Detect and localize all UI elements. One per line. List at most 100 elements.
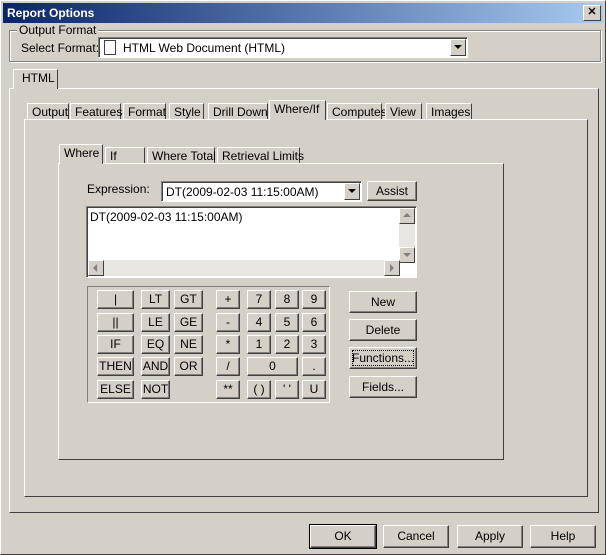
apply-button[interactable]: Apply bbox=[457, 525, 523, 548]
cancel-button-label: Cancel bbox=[397, 529, 435, 543]
key-minus[interactable]: - bbox=[216, 313, 240, 332]
tab-computes-label: Computes bbox=[332, 105, 387, 119]
key-and[interactable]: AND bbox=[141, 357, 170, 376]
tab-computes[interactable]: Computes bbox=[327, 103, 387, 120]
scroll-up-icon[interactable] bbox=[399, 208, 415, 224]
chevron-down-icon[interactable] bbox=[450, 39, 466, 56]
key-5-label: 5 bbox=[283, 315, 291, 329]
key-quotes[interactable]: ' ' bbox=[275, 380, 299, 399]
functions-button[interactable]: Functions... bbox=[349, 347, 417, 369]
key-u[interactable]: U bbox=[302, 380, 326, 399]
help-button[interactable]: Help bbox=[530, 525, 596, 548]
key-else[interactable]: ELSE bbox=[97, 380, 134, 399]
expression-combo[interactable]: DT(2009-02-03 11:15:00AM) bbox=[161, 181, 362, 202]
report-options-window: Report Options ✕ Output Format Select Fo… bbox=[0, 0, 606, 555]
key-lt[interactable]: LT bbox=[141, 290, 170, 309]
horizontal-scrollbar[interactable] bbox=[88, 260, 400, 276]
tab-drill-down-label: Drill Down bbox=[213, 105, 268, 119]
delete-button[interactable]: Delete bbox=[349, 319, 417, 341]
key-8[interactable]: 8 bbox=[275, 290, 299, 309]
format-select[interactable]: HTML Web Document (HTML) bbox=[98, 37, 468, 58]
chevron-down-icon[interactable] bbox=[344, 183, 360, 200]
key-8-label: 8 bbox=[283, 292, 291, 306]
key-5[interactable]: 5 bbox=[275, 313, 299, 332]
close-button[interactable]: ✕ bbox=[583, 5, 601, 21]
key-or-word-label: OR bbox=[179, 359, 198, 373]
delete-button-label: Delete bbox=[365, 323, 401, 337]
key-power[interactable]: ** bbox=[216, 380, 240, 399]
key-9[interactable]: 9 bbox=[302, 290, 326, 309]
tab-view-label: View bbox=[390, 105, 416, 119]
key-7-label: 7 bbox=[255, 292, 263, 306]
functions-button-label: Functions... bbox=[351, 351, 415, 365]
key-if[interactable]: IF bbox=[97, 335, 134, 354]
key-3-label: 3 bbox=[310, 337, 318, 351]
expression-textarea[interactable]: DT(2009-02-03 11:15:00AM) bbox=[86, 206, 417, 278]
vertical-scrollbar[interactable] bbox=[399, 208, 415, 263]
key-4[interactable]: 4 bbox=[247, 313, 271, 332]
key-eq-label: EQ bbox=[146, 337, 165, 351]
key-3[interactable]: 3 bbox=[302, 335, 326, 354]
tab-html-label: HTML bbox=[22, 71, 55, 85]
tab-features[interactable]: Features bbox=[70, 103, 123, 120]
tab-output-label: Output bbox=[32, 105, 69, 119]
key-u-label: U bbox=[309, 382, 319, 396]
key-gt-label: GT bbox=[180, 292, 197, 306]
scroll-left-icon[interactable] bbox=[88, 260, 104, 276]
key-multiply[interactable]: * bbox=[216, 335, 240, 354]
key-plus[interactable]: + bbox=[216, 290, 240, 309]
tab-view[interactable]: View bbox=[385, 103, 422, 120]
key-1[interactable]: 1 bbox=[247, 335, 271, 354]
key-not[interactable]: NOT bbox=[141, 380, 170, 399]
subtab-retrieval-limits[interactable]: Retrieval Limits bbox=[217, 147, 304, 164]
key-divide[interactable]: / bbox=[216, 357, 240, 376]
key-2[interactable]: 2 bbox=[275, 335, 299, 354]
key-le[interactable]: LE bbox=[141, 313, 170, 332]
cancel-button[interactable]: Cancel bbox=[383, 525, 449, 548]
tab-style[interactable]: Style bbox=[169, 103, 204, 120]
new-button[interactable]: New bbox=[349, 291, 417, 313]
key-ne[interactable]: NE bbox=[174, 335, 203, 354]
key-parens[interactable]: ( ) bbox=[247, 380, 271, 399]
key-or[interactable]: | bbox=[97, 290, 134, 309]
key-gt[interactable]: GT bbox=[174, 290, 203, 309]
key-ne-label: NE bbox=[180, 337, 197, 351]
scroll-right-icon[interactable] bbox=[384, 260, 400, 276]
fields-button[interactable]: Fields... bbox=[349, 376, 417, 398]
key-then[interactable]: THEN bbox=[97, 357, 134, 376]
key-power-label: ** bbox=[223, 382, 233, 396]
tab-features-label: Features bbox=[75, 105, 123, 119]
key-2-label: 2 bbox=[283, 337, 291, 351]
subtab-where[interactable]: Where bbox=[59, 144, 103, 164]
key-0[interactable]: 0 bbox=[247, 357, 298, 376]
tab-output[interactable]: Output bbox=[27, 103, 69, 120]
key-dot-label: . bbox=[312, 359, 316, 373]
subtab-if-label: If bbox=[110, 149, 117, 163]
key-dot[interactable]: . bbox=[302, 357, 326, 376]
scroll-down-icon[interactable] bbox=[399, 247, 415, 263]
key-ge[interactable]: GE bbox=[174, 313, 203, 332]
key-eq[interactable]: EQ bbox=[141, 335, 170, 354]
tab-format-label: Format bbox=[128, 105, 167, 119]
expression-text: DT(2009-02-03 11:15:00AM) bbox=[90, 210, 243, 224]
tab-where-if[interactable]: Where/If bbox=[269, 100, 326, 120]
subtab-retrieval-limits-label: Retrieval Limits bbox=[222, 149, 305, 163]
tab-html[interactable]: HTML bbox=[13, 69, 58, 89]
key-else-label: ELSE bbox=[100, 382, 131, 396]
assist-button[interactable]: Assist bbox=[367, 181, 417, 201]
key-0-label: 0 bbox=[269, 359, 276, 373]
ok-button[interactable]: OK bbox=[309, 524, 377, 549]
select-format-label: Select Format: bbox=[21, 41, 100, 55]
key-6[interactable]: 6 bbox=[302, 313, 326, 332]
key-concat[interactable]: || bbox=[97, 313, 134, 332]
tab-format[interactable]: Format bbox=[123, 103, 166, 120]
output-format-legend: Output Format bbox=[17, 23, 99, 37]
close-icon: ✕ bbox=[587, 6, 597, 18]
key-le-label: LE bbox=[148, 315, 163, 329]
tab-drill-down[interactable]: Drill Down bbox=[208, 103, 268, 120]
subtab-if[interactable]: If bbox=[105, 147, 145, 164]
subtab-where-total[interactable]: Where Total bbox=[147, 147, 216, 164]
key-or-word[interactable]: OR bbox=[174, 357, 203, 376]
key-7[interactable]: 7 bbox=[247, 290, 271, 309]
tab-images[interactable]: Images bbox=[426, 103, 472, 120]
